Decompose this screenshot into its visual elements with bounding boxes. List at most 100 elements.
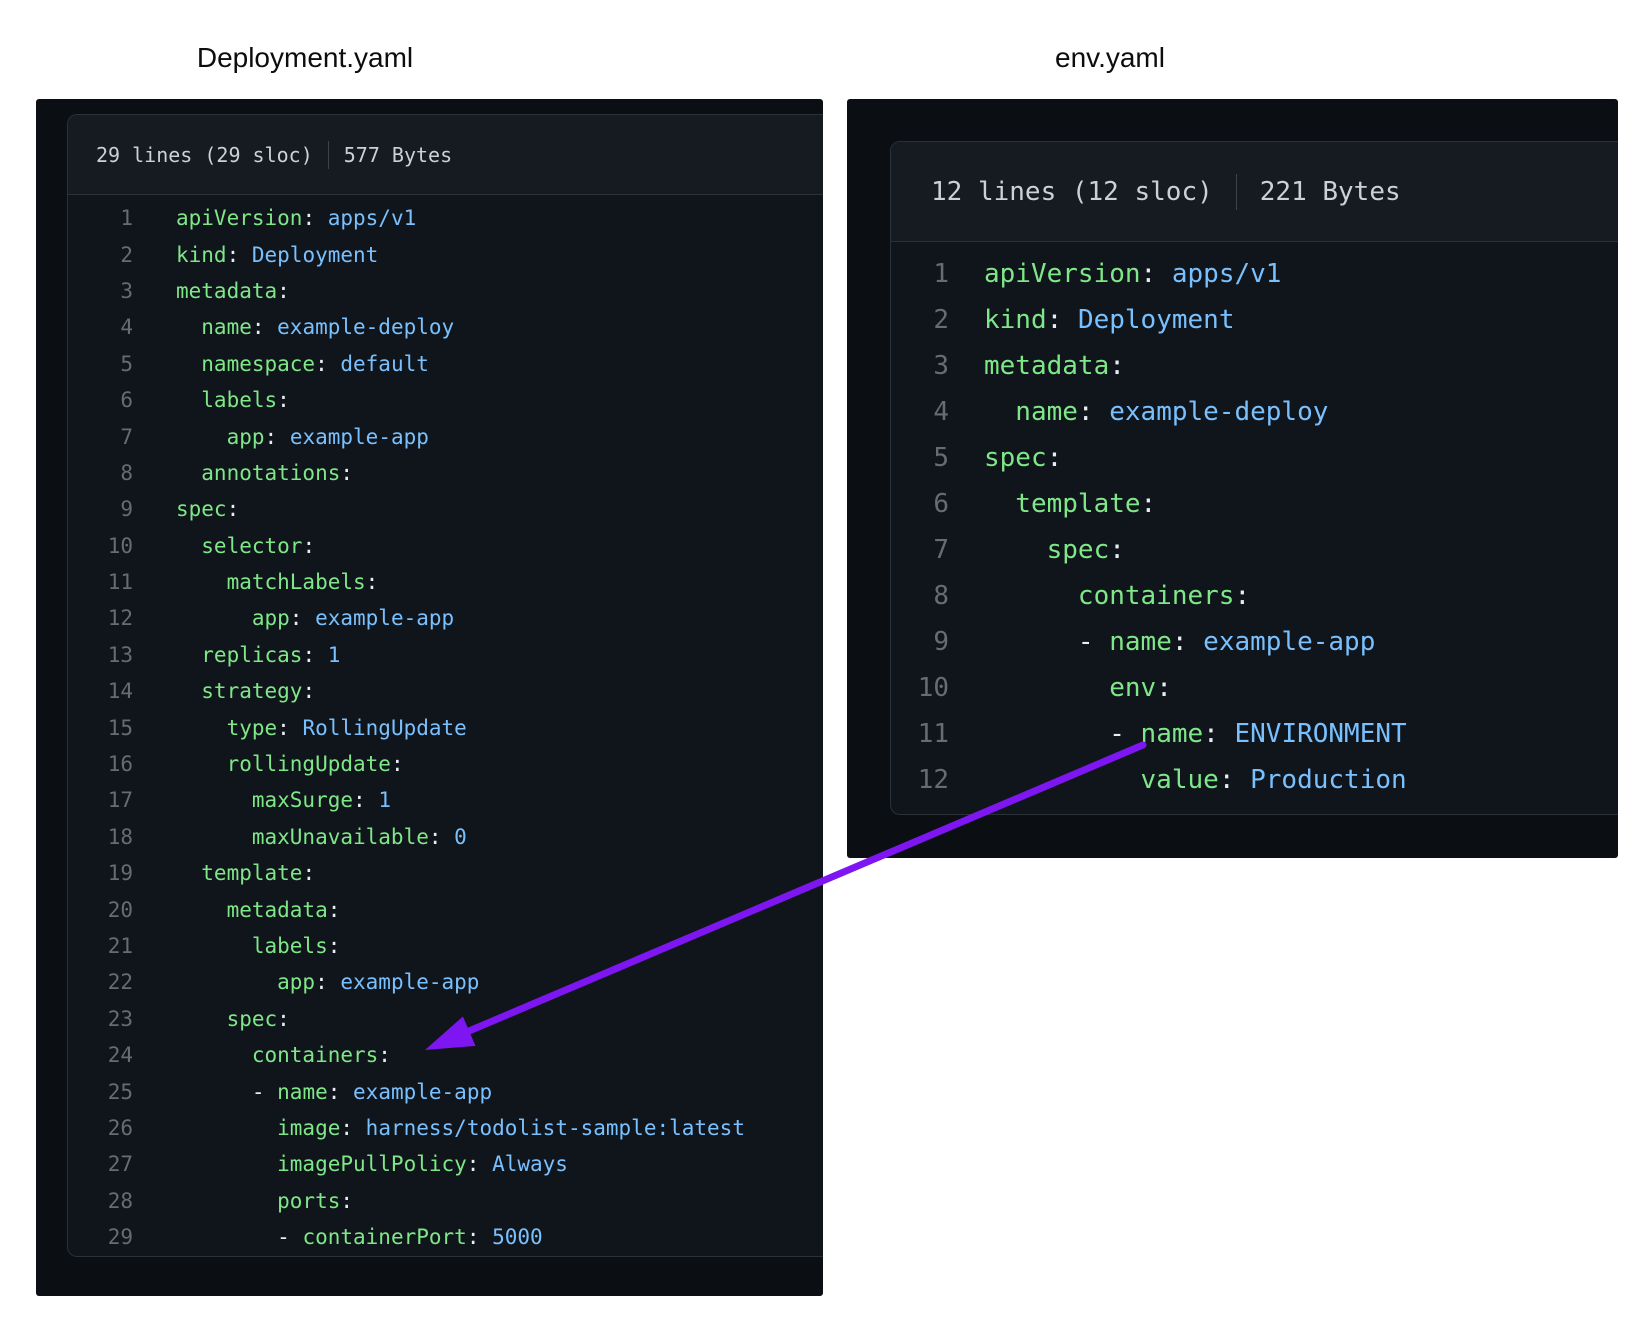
code-text: template: xyxy=(176,861,315,885)
code-line: 21 labels: xyxy=(68,928,823,964)
code-line: 9 spec: xyxy=(68,491,823,527)
code-text: spec: xyxy=(176,1007,290,1031)
code-line: 1apiVersion: apps/v1 xyxy=(68,200,823,236)
line-number: 12 xyxy=(891,765,949,795)
env-lines-count: 12 lines (12 sloc) xyxy=(931,177,1213,207)
code-line: 7 spec: xyxy=(891,527,1618,573)
code-text: kind: Deployment xyxy=(176,243,378,267)
line-number: 3 xyxy=(891,351,949,381)
code-line: 10 env: xyxy=(891,665,1618,711)
line-number: 27 xyxy=(68,1152,133,1176)
code-text: spec: xyxy=(984,535,1125,565)
code-text: kind: Deployment xyxy=(984,305,1234,335)
code-line: 20 metadata: xyxy=(68,891,823,927)
env-code-area: 1apiVersion: apps/v12kind: Deployment3me… xyxy=(891,242,1618,803)
env-file-title: env.yaml xyxy=(1055,42,1165,74)
code-line: 9 - name: example-app xyxy=(891,619,1618,665)
code-line: 11 - name: ENVIRONMENT xyxy=(891,711,1618,757)
code-line: 4 name: example-deploy xyxy=(891,389,1618,435)
deployment-file-title: Deployment.yaml xyxy=(197,42,413,74)
line-number: 5 xyxy=(891,443,949,473)
line-number: 15 xyxy=(68,716,133,740)
code-text: app: example-app xyxy=(176,606,454,630)
deployment-file-header: 29 lines (29 sloc) 577 Bytes xyxy=(68,115,823,195)
line-number: 20 xyxy=(68,898,133,922)
code-line: 2 kind: Deployment xyxy=(891,297,1618,343)
line-number: 23 xyxy=(68,1007,133,1031)
line-number: 5 xyxy=(68,352,133,376)
code-line: 13 replicas: 1 xyxy=(68,637,823,673)
line-number: 6 xyxy=(68,388,133,412)
code-line: 27 imagePullPolicy: Always xyxy=(68,1146,823,1182)
code-line: 11 matchLabels: xyxy=(68,564,823,600)
line-number: 24 xyxy=(68,1043,133,1067)
line-number: 8 xyxy=(891,581,949,611)
code-line: 16 rollingUpdate: xyxy=(68,746,823,782)
header-divider xyxy=(328,141,329,169)
code-text: imagePullPolicy: Always xyxy=(176,1152,568,1176)
code-text: strategy: xyxy=(176,679,315,703)
code-text: apiVersion: apps/v1 xyxy=(984,259,1281,289)
env-file-box: 12 lines (12 sloc) 221 Bytes 1apiVersion… xyxy=(890,141,1618,815)
code-line: 18 maxUnavailable: 0 xyxy=(68,819,823,855)
line-number: 12 xyxy=(68,606,133,630)
code-line: 10 selector: xyxy=(68,528,823,564)
line-number: 9 xyxy=(891,627,949,657)
code-text: matchLabels: xyxy=(176,570,378,594)
code-text: namespace: default xyxy=(176,352,429,376)
code-line: 12 value: Production xyxy=(891,757,1618,803)
deployment-file-size: 577 Bytes xyxy=(344,143,452,167)
code-text: labels: xyxy=(176,934,340,958)
line-number: 16 xyxy=(68,752,133,776)
deployment-code-panel: 29 lines (29 sloc) 577 Bytes 1apiVersion… xyxy=(36,99,823,1296)
line-number: 11 xyxy=(68,570,133,594)
code-line: 28 ports: xyxy=(68,1183,823,1219)
code-text: - containerPort: 5000 xyxy=(176,1225,543,1249)
line-number: 11 xyxy=(891,719,949,749)
line-number: 10 xyxy=(891,673,949,703)
line-number: 4 xyxy=(68,315,133,339)
line-number: 7 xyxy=(891,535,949,565)
code-text: - name: example-app xyxy=(176,1080,492,1104)
line-number: 28 xyxy=(68,1189,133,1213)
code-line: 3metadata: xyxy=(68,273,823,309)
deployment-file-box: 29 lines (29 sloc) 577 Bytes 1apiVersion… xyxy=(67,114,823,1257)
code-text: env: xyxy=(984,673,1172,703)
line-number: 26 xyxy=(68,1116,133,1140)
line-number: 7 xyxy=(68,425,133,449)
page: Deployment.yaml env.yaml 29 lines (29 sl… xyxy=(0,0,1646,1317)
line-number: 13 xyxy=(68,643,133,667)
code-text: maxSurge: 1 xyxy=(176,788,391,812)
code-text: ports: xyxy=(176,1189,353,1213)
line-number: 9 xyxy=(68,497,133,521)
env-code-panel: 12 lines (12 sloc) 221 Bytes 1apiVersion… xyxy=(847,99,1618,858)
line-number: 21 xyxy=(68,934,133,958)
code-text: labels: xyxy=(176,388,290,412)
line-number: 1 xyxy=(68,206,133,230)
code-text: annotations: xyxy=(176,461,353,485)
code-text: app: example-app xyxy=(176,425,429,449)
code-line: 26 image: harness/todolist-sample:latest xyxy=(68,1110,823,1146)
code-line: 2 kind: Deployment xyxy=(68,236,823,272)
line-number: 8 xyxy=(68,461,133,485)
code-text: spec: xyxy=(176,497,239,521)
code-text: app: example-app xyxy=(176,970,479,994)
line-number: 17 xyxy=(68,788,133,812)
line-number: 2 xyxy=(68,243,133,267)
code-text: metadata: xyxy=(984,351,1125,381)
code-text: rollingUpdate: xyxy=(176,752,404,776)
code-text: template: xyxy=(984,489,1156,519)
code-text: name: example-deploy xyxy=(984,397,1328,427)
code-line: 23 spec: xyxy=(68,1001,823,1037)
env-file-size: 221 Bytes xyxy=(1260,177,1401,207)
code-text: image: harness/todolist-sample:latest xyxy=(176,1116,745,1140)
code-line: 17 maxSurge: 1 xyxy=(68,782,823,818)
line-number: 6 xyxy=(891,489,949,519)
code-text: name: example-deploy xyxy=(176,315,454,339)
code-line: 15 type: RollingUpdate xyxy=(68,709,823,745)
deployment-code-area: 1apiVersion: apps/v1 2 kind: Deployment 3me… xyxy=(68,195,823,1255)
deployment-lines-count: 29 lines (29 sloc) xyxy=(96,143,313,167)
code-text: containers: xyxy=(984,581,1250,611)
line-number: 2 xyxy=(891,305,949,335)
line-number: 3 xyxy=(68,279,133,303)
